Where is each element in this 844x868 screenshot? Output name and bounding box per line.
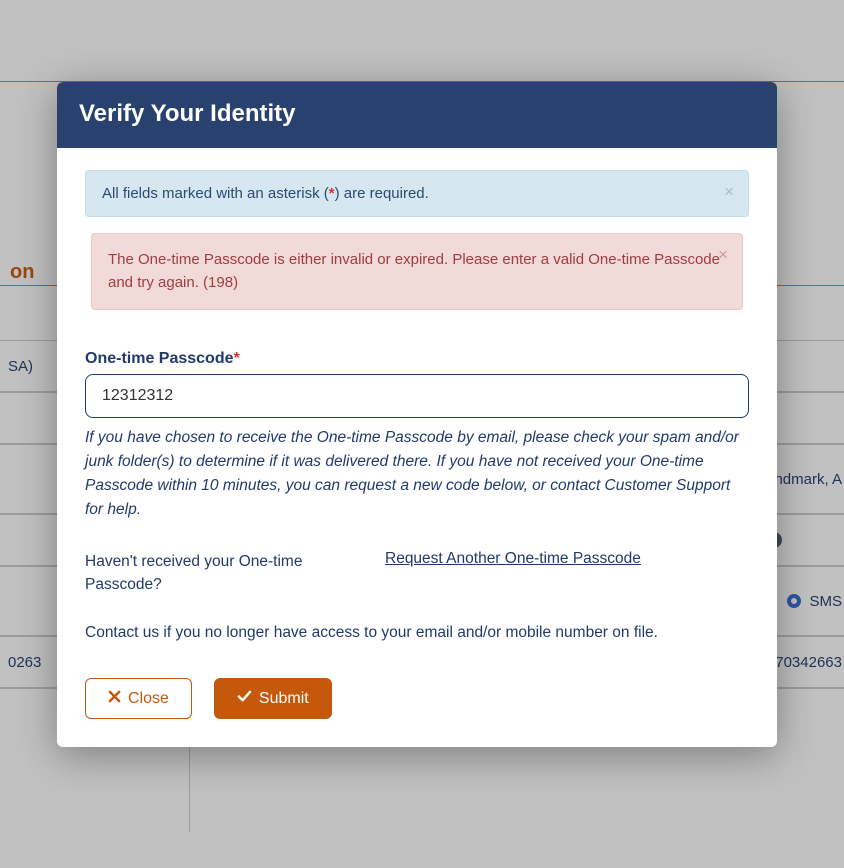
submit-button-label: Submit [259,691,309,707]
close-button-label: Close [128,691,169,707]
otp-label: One-time Passcode* [85,350,749,368]
close-icon[interactable]: × [714,244,732,265]
submit-button[interactable]: Submit [214,678,332,719]
request-another-passcode-link[interactable]: Request Another One-time Passcode [385,550,641,597]
close-button[interactable]: Close [85,678,192,719]
check-icon [237,690,252,707]
info-alert-text-suffix: ) are required. [335,185,429,202]
contact-support-text: Contact us if you no longer have access … [85,624,749,642]
close-icon[interactable]: × [720,181,738,202]
verify-identity-modal: Verify Your Identity All fields marked w… [57,82,777,747]
error-alert: The One-time Passcode is either invalid … [91,233,743,310]
otp-help-text: If you have chosen to receive the One-ti… [85,426,749,522]
otp-input[interactable] [85,374,749,418]
close-icon [108,690,121,707]
resend-question: Haven't received your One-time Passcode? [85,550,345,597]
modal-title: Verify Your Identity [57,82,777,148]
info-alert-text-prefix: All fields marked with an asterisk ( [102,185,329,202]
otp-label-text: One-time Passcode [85,350,234,367]
required-fields-info-alert: All fields marked with an asterisk (*) a… [85,170,749,217]
required-star-icon: * [234,350,240,367]
error-alert-text: The One-time Passcode is either invalid … [108,251,720,291]
